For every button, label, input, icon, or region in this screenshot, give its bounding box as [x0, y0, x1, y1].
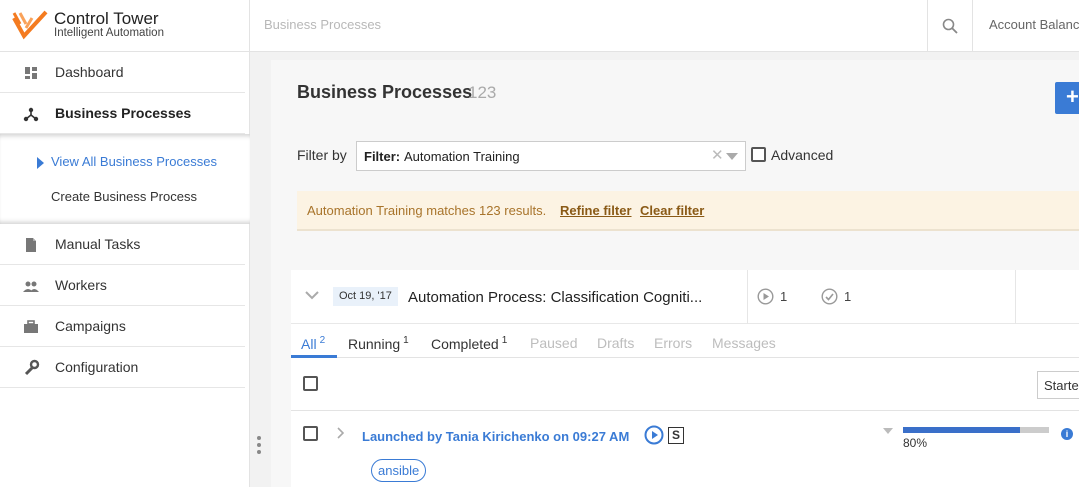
- sidebar-item-label: Business Processes: [55, 105, 192, 121]
- divider: [1015, 270, 1016, 324]
- caret-down-icon[interactable]: [883, 428, 893, 434]
- sort-select[interactable]: Starte: [1037, 371, 1079, 399]
- completed-count: 1: [844, 289, 852, 304]
- logo-icon: [12, 10, 48, 40]
- people-icon: [23, 281, 39, 292]
- process-card-header[interactable]: Oct 19, '17 Automation Process: Classifi…: [291, 270, 1079, 324]
- list-header: Starte: [291, 359, 1079, 411]
- sidebar-item-business-processes[interactable]: Business Processes: [0, 93, 245, 134]
- row-checkbox[interactable]: [303, 426, 318, 441]
- date-badge: Oct 19, '17: [333, 287, 398, 306]
- progress-bar: [903, 427, 1049, 433]
- tab-all[interactable]: All 2: [301, 335, 325, 352]
- sidebar-item-workers[interactable]: Workers: [0, 265, 245, 306]
- search-icon: [942, 18, 958, 34]
- tab-running[interactable]: Running 1: [348, 335, 409, 352]
- filter-key: Filter:: [364, 149, 401, 164]
- tab-drafts: Drafts: [597, 335, 635, 351]
- filter-notice: Automation Training matches 123 results.…: [297, 191, 1079, 231]
- add-process-button[interactable]: +: [1055, 82, 1079, 114]
- play-circle-icon: [757, 288, 774, 305]
- process-icon: [23, 107, 39, 122]
- advanced-checkbox[interactable]: [751, 147, 766, 162]
- submenu-create-process[interactable]: Create Business Process: [51, 189, 197, 204]
- sidebar-item-label: Configuration: [55, 359, 139, 375]
- sidebar-item-configuration[interactable]: Configuration: [0, 347, 245, 388]
- account-balance[interactable]: Account Balanc: [989, 17, 1079, 32]
- sidebar-item-label: Workers: [55, 277, 107, 293]
- progress-fill: [903, 427, 1020, 433]
- dashboard-icon: [25, 67, 37, 79]
- process-card: Oct 19, '17 Automation Process: Classifi…: [291, 270, 1079, 487]
- sidebar: Dashboard Business Processes View All Bu…: [0, 52, 250, 487]
- tab-completed[interactable]: Completed 1: [431, 335, 507, 352]
- sidebar-resize-handle[interactable]: [257, 436, 261, 456]
- sidebar-submenu: View All Business Processes Create Busin…: [0, 134, 250, 224]
- sidebar-item-label: Dashboard: [55, 64, 124, 80]
- tag-ansible[interactable]: ansible: [371, 459, 427, 482]
- notice-message: Automation Training matches 123 results.: [307, 203, 547, 218]
- running-stat: 1: [757, 288, 787, 305]
- tab-messages: Messages: [712, 335, 776, 351]
- clear-filter-link[interactable]: Clear filter: [640, 203, 704, 218]
- submenu-view-all[interactable]: View All Business Processes: [51, 154, 217, 169]
- main-panel: Business Processes 123 + Filter by Filte…: [271, 60, 1079, 487]
- top-bar: Control Tower Intelligent Automation Bus…: [0, 0, 1079, 52]
- launched-by-link[interactable]: Launched by Tania Kirichenko on 09:27 AM: [362, 429, 629, 444]
- chevron-down-icon[interactable]: [305, 290, 319, 300]
- process-title[interactable]: Automation Process: Classification Cogni…: [408, 289, 730, 306]
- filter-label: Filter by: [297, 147, 347, 163]
- chevron-right-icon[interactable]: [336, 427, 344, 439]
- running-count: 1: [780, 289, 788, 304]
- sidebar-item-label: Campaigns: [55, 318, 126, 334]
- caret-right-icon: [37, 157, 44, 169]
- completed-stat: 1: [821, 288, 851, 305]
- brand[interactable]: Control Tower Intelligent Automation: [0, 0, 250, 52]
- document-icon: [26, 238, 36, 252]
- sidebar-item-campaigns[interactable]: Campaigns: [0, 306, 245, 347]
- search-button[interactable]: [927, 0, 973, 52]
- clear-filter-icon[interactable]: ✕: [711, 146, 724, 164]
- status-badge: S: [668, 427, 684, 444]
- refine-filter-link[interactable]: Refine filter: [560, 203, 632, 218]
- brand-title: Control Tower: [54, 9, 159, 28]
- filter-select[interactable]: Filter: Automation Training ✕: [356, 141, 746, 171]
- divider: [747, 270, 748, 324]
- page-title: Business Processes: [297, 82, 473, 102]
- check-circle-icon: [821, 288, 838, 305]
- briefcase-icon: [24, 320, 38, 333]
- tab-paused: Paused: [530, 335, 578, 351]
- page-count: 123: [468, 83, 497, 102]
- table-row[interactable]: Launched by Tania Kirichenko on 09:27 AM…: [291, 411, 1079, 487]
- breadcrumb[interactable]: Business Processes: [264, 17, 381, 32]
- process-tabs: All 2 Running 1 Completed 1 Paused Drafts E…: [291, 325, 1079, 358]
- tab-errors: Errors: [654, 335, 693, 351]
- sidebar-item-dashboard[interactable]: Dashboard: [0, 52, 245, 93]
- sidebar-item-label: Manual Tasks: [55, 236, 141, 252]
- play-circle-icon[interactable]: [644, 425, 664, 445]
- chevron-down-icon[interactable]: [726, 153, 738, 160]
- progress-label: 80%: [903, 436, 928, 450]
- advanced-label: Advanced: [771, 147, 834, 163]
- sidebar-item-manual-tasks[interactable]: Manual Tasks: [0, 224, 245, 265]
- filter-value: Automation Training: [404, 149, 520, 164]
- select-all-checkbox[interactable]: [303, 376, 318, 391]
- info-icon[interactable]: i: [1061, 428, 1073, 440]
- active-tab-indicator: [291, 355, 337, 358]
- brand-subtitle: Intelligent Automation: [54, 27, 164, 39]
- wrench-icon: [24, 359, 40, 376]
